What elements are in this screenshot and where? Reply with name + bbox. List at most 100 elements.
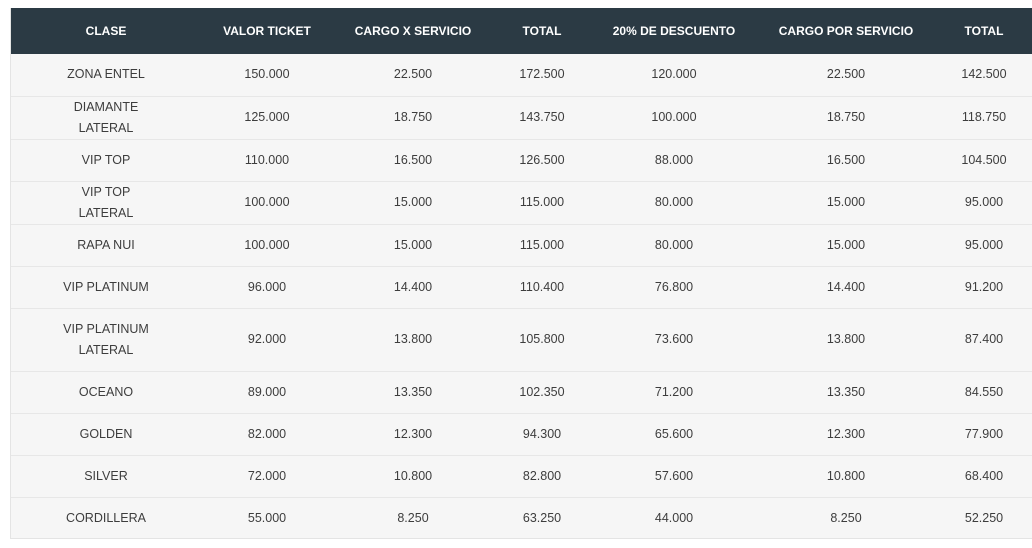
cell-cargo-x-servicio: 13.800: [393, 332, 433, 346]
cell-cargo-x-servicio: 16.500: [393, 152, 433, 167]
header-valor-ticket: VALOR TICKET: [223, 24, 311, 38]
cell-total: 143.750: [519, 110, 565, 124]
cell-clase: RAPA NUI: [77, 237, 135, 252]
table-row: VIP PLATINUM LATERAL 92.000 13.800 105.800 7…: [11, 308, 1032, 371]
header-clase: CLASE: [85, 24, 127, 38]
cell-valor-ticket: 89.000: [247, 384, 287, 399]
cell-descuento: 100.000: [651, 110, 697, 124]
cell-cargo-por-servicio: 15.000: [826, 237, 866, 252]
header-total-descuento: TOTAL: [964, 24, 1004, 38]
cell-clase: VIP PLATINUM: [63, 279, 149, 294]
cell-descuento: 73.600: [654, 332, 694, 346]
cell-valor-ticket: 100.000: [244, 237, 290, 252]
cell-total-descuento: 104.500: [961, 152, 1007, 167]
header-cargo-x-servicio: CARGO X SERVICIO: [354, 24, 472, 38]
cell-cargo-por-servicio: 8.250: [830, 510, 862, 525]
table-row: ZONA ENTEL 150.000 22.500 172.500 120.000 22.…: [11, 54, 1032, 96]
cell-cargo-x-servicio: 15.000: [393, 195, 433, 209]
header-row: CLASE VALOR TICKET CARGO X SERVICIO TOTA…: [11, 8, 1032, 54]
cell-total: 115.000: [519, 237, 565, 252]
price-table-container: CLASE VALOR TICKET CARGO X SERVICIO TOTA…: [10, 8, 1032, 539]
cell-cargo-por-servicio: 13.350: [826, 384, 866, 399]
table-row: DIAMANTE LATERAL 125.000 18.750 143.750 100.…: [11, 96, 1032, 139]
header-descuento: 20% DE DESCUENTO: [612, 24, 736, 38]
table-row: OCEANO 89.000 13.350 102.350 71.200 13.350 84.…: [11, 371, 1032, 413]
cell-clase: SILVER: [84, 468, 128, 483]
cell-total-descuento: 87.400: [964, 332, 1004, 346]
cell-clase: VIP TOP LATERAL: [78, 184, 134, 220]
cell-cargo-por-servicio: 12.300: [826, 426, 866, 441]
cell-cargo-por-servicio: 22.500: [826, 67, 866, 82]
table-row: CORDILLERA 55.000 8.250 63.250 44.000 8.250 52…: [11, 497, 1032, 538]
cell-cargo-x-servicio: 10.800: [393, 468, 433, 483]
cell-cargo-x-servicio: 15.000: [393, 237, 433, 252]
cell-descuento: 71.200: [654, 384, 694, 399]
price-table: CLASE VALOR TICKET CARGO X SERVICIO TOTA…: [11, 8, 1032, 538]
cell-total: 82.800: [522, 468, 562, 483]
cell-valor-ticket: 72.000: [247, 468, 287, 483]
cell-cargo-x-servicio: 18.750: [393, 110, 433, 124]
cell-cargo-x-servicio: 22.500: [393, 67, 433, 82]
cell-descuento: 44.000: [654, 510, 694, 525]
cell-clase: GOLDEN: [79, 426, 133, 441]
table-row: VIP TOP 110.000 16.500 126.500 88.000 16.500 1…: [11, 139, 1032, 181]
cell-descuento: 80.000: [654, 195, 694, 209]
table-row: VIP PLATINUM 96.000 14.400 110.400 76.800 14.…: [11, 266, 1032, 308]
cell-clase: DIAMANTE LATERAL: [73, 99, 139, 135]
table-header: CLASE VALOR TICKET CARGO X SERVICIO TOTA…: [11, 8, 1032, 54]
cell-total: 94.300: [522, 426, 562, 441]
cell-total: 126.500: [519, 152, 565, 167]
cell-total-descuento: 142.500: [961, 67, 1007, 82]
cell-descuento: 88.000: [654, 152, 694, 167]
table-row: SILVER 72.000 10.800 82.800 57.600 10.800 68.4…: [11, 455, 1032, 497]
cell-descuento: 57.600: [654, 468, 694, 483]
cell-total-descuento: 118.750: [961, 110, 1007, 124]
cell-clase: OCEANO: [78, 384, 134, 399]
cell-total-descuento: 84.550: [964, 384, 1004, 399]
cell-total-descuento: 95.000: [964, 195, 1004, 209]
cell-total-descuento: 77.900: [964, 426, 1004, 441]
table-body: ZONA ENTEL 150.000 22.500 172.500 120.000 22.…: [11, 54, 1032, 538]
cell-cargo-por-servicio: 15.000: [826, 195, 866, 209]
cell-clase: CORDILLERA: [66, 510, 146, 525]
cell-descuento: 65.600: [654, 426, 694, 441]
cell-total: 115.000: [519, 195, 565, 209]
cell-total-descuento: 52.250: [964, 510, 1004, 525]
table-row: RAPA NUI 100.000 15.000 115.000 80.000 15.000…: [11, 224, 1032, 266]
cell-cargo-por-servicio: 13.800: [826, 332, 866, 346]
cell-cargo-por-servicio: 14.400: [826, 279, 866, 294]
cell-total: 110.400: [519, 279, 565, 294]
header-cargo-por-servicio: CARGO POR SERVICIO: [778, 24, 914, 38]
cell-total-descuento: 95.000: [964, 237, 1004, 252]
cell-clase: VIP TOP: [81, 152, 131, 167]
cell-clase: VIP PLATINUM LATERAL: [63, 321, 149, 357]
cell-clase: ZONA ENTEL: [67, 67, 145, 82]
cell-valor-ticket: 125.000: [244, 110, 290, 124]
cell-total-descuento: 91.200: [964, 279, 1004, 294]
cell-valor-ticket: 110.000: [244, 152, 290, 167]
cell-cargo-por-servicio: 16.500: [826, 152, 866, 167]
cell-total-descuento: 68.400: [964, 468, 1004, 483]
cell-total: 63.250: [522, 510, 562, 525]
cell-cargo-x-servicio: 12.300: [393, 426, 433, 441]
cell-cargo-x-servicio: 8.250: [397, 510, 429, 525]
table-row: GOLDEN 82.000 12.300 94.300 65.600 12.300 77.9…: [11, 413, 1032, 455]
cell-valor-ticket: 55.000: [247, 510, 287, 525]
cell-valor-ticket: 82.000: [247, 426, 287, 441]
cell-cargo-x-servicio: 14.400: [393, 279, 433, 294]
table-row: VIP TOP LATERAL 100.000 15.000 115.000 80.00…: [11, 181, 1032, 224]
cell-cargo-x-servicio: 13.350: [393, 384, 433, 399]
cell-total: 105.800: [519, 332, 565, 346]
cell-valor-ticket: 100.000: [244, 195, 290, 209]
cell-valor-ticket: 96.000: [247, 279, 287, 294]
cell-descuento: 76.800: [654, 279, 694, 294]
cell-cargo-por-servicio: 18.750: [826, 110, 866, 124]
cell-valor-ticket: 150.000: [244, 67, 290, 82]
cell-total: 172.500: [519, 67, 565, 82]
cell-descuento: 120.000: [651, 67, 697, 82]
cell-descuento: 80.000: [654, 237, 694, 252]
cell-cargo-por-servicio: 10.800: [826, 468, 866, 483]
cell-total: 102.350: [519, 384, 565, 399]
header-total: TOTAL: [522, 24, 562, 38]
cell-valor-ticket: 92.000: [247, 332, 287, 346]
